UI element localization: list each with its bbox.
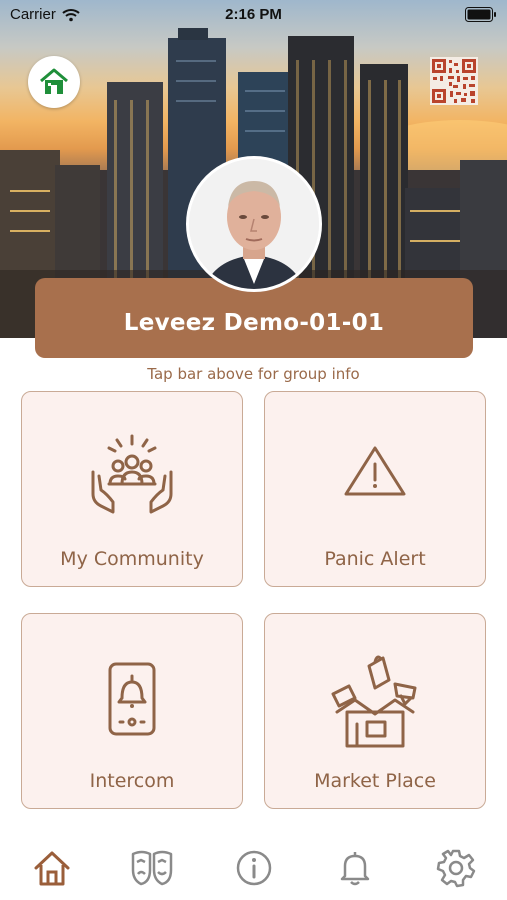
house-icon — [40, 68, 68, 94]
tab-masks[interactable] — [130, 846, 174, 890]
status-time: 2:16 PM — [225, 6, 282, 23]
home-icon — [34, 851, 70, 886]
warning-triangle-icon — [344, 446, 406, 496]
gear-icon — [436, 849, 476, 888]
my-community-label: My Community — [60, 548, 204, 570]
intercom-label: Intercom — [89, 770, 175, 792]
status-bar: Carrier 2:16 PM — [0, 0, 507, 30]
tab-home[interactable] — [30, 846, 74, 890]
tab-info[interactable] — [232, 846, 276, 890]
battery-icon — [465, 7, 496, 22]
market-place-label: Market Place — [314, 770, 436, 792]
masks-icon — [131, 850, 173, 886]
group-name: Leveez Demo-01-01 — [123, 310, 385, 336]
community-hands-icon — [91, 434, 173, 514]
bell-icon — [340, 852, 370, 886]
avatar[interactable] — [186, 156, 322, 292]
profile-photo — [189, 159, 319, 289]
tab-settings[interactable] — [434, 846, 478, 890]
panic-alert-label: Panic Alert — [324, 548, 426, 570]
info-icon — [236, 850, 272, 886]
tab-bar — [0, 836, 507, 900]
qr-code-icon[interactable] — [430, 57, 478, 105]
marketplace-store-icon — [331, 655, 417, 748]
tab-notifications[interactable] — [333, 846, 377, 890]
intercom-bell-icon — [108, 662, 156, 736]
home-badge-button[interactable] — [28, 56, 80, 108]
group-info-hint: Tap bar above for group info — [147, 365, 360, 383]
panic-alert-tile[interactable]: Panic Alert — [264, 391, 486, 587]
market-place-tile[interactable]: Market Place — [264, 613, 486, 809]
my-community-tile[interactable]: My Community — [21, 391, 243, 587]
intercom-tile[interactable]: Intercom — [21, 613, 243, 809]
